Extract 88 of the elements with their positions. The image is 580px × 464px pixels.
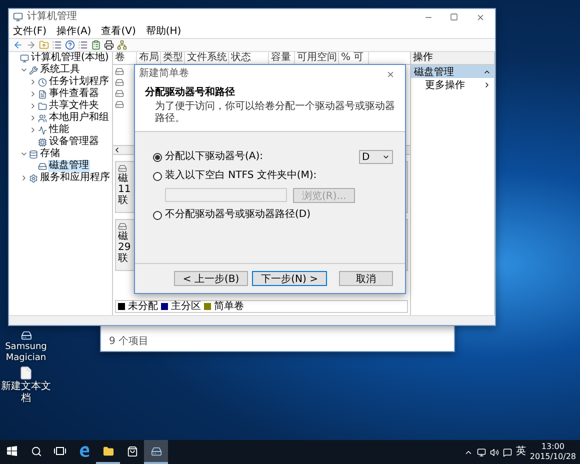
expanded-caret-icon[interactable] xyxy=(20,66,28,74)
status-text: 9 个项目 xyxy=(109,336,150,348)
tree-item[interactable]: 设备管理器 xyxy=(48,136,100,148)
caret-right-icon[interactable] xyxy=(483,80,491,88)
back-icon[interactable] xyxy=(13,40,23,50)
drive-icon xyxy=(115,67,124,76)
disk-label: 29 xyxy=(118,242,131,253)
scroll-left-icon[interactable] xyxy=(113,146,121,154)
list-icon[interactable] xyxy=(78,40,88,50)
shopping-bag-icon xyxy=(126,446,138,456)
maximize-icon[interactable] xyxy=(450,13,458,21)
message-icon[interactable] xyxy=(502,448,512,456)
disk-label: 联 xyxy=(118,253,128,264)
close-icon[interactable] xyxy=(476,12,484,22)
wizard-button[interactable]: 下一步(N) > xyxy=(252,271,327,286)
folder-icon xyxy=(38,102,47,110)
tree-item[interactable]: 存储 xyxy=(39,148,61,160)
document-icon xyxy=(38,90,47,98)
caret-down-icon xyxy=(382,153,390,161)
tree-item[interactable]: 服务和应用程序 xyxy=(39,172,111,184)
wizard-button[interactable]: < 上一步(B) xyxy=(174,271,248,286)
radio-button[interactable] xyxy=(153,172,162,180)
menu-item[interactable]: 文件(F) xyxy=(13,26,47,38)
drive-icon xyxy=(115,78,124,87)
menu-item[interactable]: 查看(V) xyxy=(101,26,136,38)
window-title: 计算机管理 xyxy=(27,11,78,23)
drive-icon xyxy=(118,222,127,231)
disk-label: 磁 xyxy=(118,231,128,242)
close-icon[interactable] xyxy=(386,70,394,78)
drive-icon xyxy=(118,164,127,173)
tree-item[interactable]: 事件查看器 xyxy=(48,88,100,100)
folder-icon xyxy=(102,446,114,456)
actions-header: 操作 xyxy=(413,52,433,64)
windows-logo-icon xyxy=(7,446,17,456)
dialog-title: 新建简单卷 xyxy=(139,68,190,80)
help-icon[interactable] xyxy=(65,40,75,50)
drive-icon xyxy=(38,162,47,170)
chart-icon xyxy=(38,126,47,134)
task-view-icon xyxy=(54,446,66,456)
speaker-icon[interactable] xyxy=(490,448,499,456)
radio-label[interactable]: 装入以下空白 NTFS 文件夹中(M): xyxy=(165,170,317,182)
input-method-indicator[interactable]: 英 xyxy=(516,446,526,458)
desktop-icon-label[interactable]: 新建文本文档 xyxy=(0,381,52,405)
clipboard-icon[interactable] xyxy=(91,40,101,50)
wrench-icon xyxy=(29,66,38,74)
tree-item[interactable]: 磁盘管理 xyxy=(48,160,90,172)
legend-label: 简单卷 xyxy=(214,300,244,312)
expanded-caret-icon[interactable] xyxy=(20,150,28,158)
browser-icon xyxy=(78,446,90,456)
action-item[interactable]: 更多操作 xyxy=(411,78,494,91)
disk-label: 11 xyxy=(118,184,131,195)
drive-icon xyxy=(115,89,124,98)
tree-item[interactable]: 共享文件夹 xyxy=(48,100,100,112)
radio-button[interactable] xyxy=(153,210,162,220)
users-icon xyxy=(38,114,47,122)
tree-item[interactable]: 性能 xyxy=(48,124,70,136)
dialog-subtitle: 为了便于访问，你可以给卷分配一个驱动器号或驱动器路径。 xyxy=(154,101,395,125)
tree-item[interactable]: 本地用户和组 xyxy=(48,112,110,124)
drive-letter-dropdown[interactable]: D xyxy=(359,150,393,164)
tree-item[interactable]: 系统工具 xyxy=(39,64,81,76)
radio-label[interactable]: 分配以下驱动器号(A): xyxy=(165,151,264,163)
desktop-icon-label[interactable]: Samsung Magician xyxy=(0,342,52,364)
printer-icon[interactable] xyxy=(104,40,114,50)
list-icon[interactable] xyxy=(52,40,62,50)
dialog-heading: 分配驱动器号和路径 xyxy=(145,87,236,99)
search-icon xyxy=(30,446,42,456)
clock-icon xyxy=(38,78,47,86)
tree-item[interactable]: 计算机管理(本地) xyxy=(30,52,110,64)
gear-icon xyxy=(29,174,38,182)
legend-label: 主分区 xyxy=(171,300,201,312)
legend-label: 未分配 xyxy=(128,300,158,312)
forward-icon[interactable] xyxy=(26,40,36,50)
disk-label: 磁 xyxy=(118,173,128,184)
document-icon[interactable] xyxy=(19,366,33,380)
radio-button[interactable] xyxy=(153,152,162,162)
drive-icon xyxy=(150,446,162,456)
disk-label: 联 xyxy=(118,195,128,206)
action-item[interactable]: 磁盘管理 xyxy=(411,65,494,78)
tree-item[interactable]: 任务计划程序 xyxy=(48,76,110,88)
drive-icon xyxy=(115,100,124,109)
computer-icon xyxy=(20,54,29,62)
menu-item[interactable]: 操作(A) xyxy=(56,26,92,38)
clock[interactable]: 13:00 2015/10/28 xyxy=(530,442,576,462)
radio-label[interactable]: 不分配驱动器号或驱动器路径(D) xyxy=(165,209,311,221)
wizard-button[interactable]: 取消 xyxy=(339,271,393,286)
menu-item[interactable]: 帮助(H) xyxy=(146,26,182,38)
chip-icon xyxy=(38,138,47,146)
database-icon xyxy=(29,150,38,158)
